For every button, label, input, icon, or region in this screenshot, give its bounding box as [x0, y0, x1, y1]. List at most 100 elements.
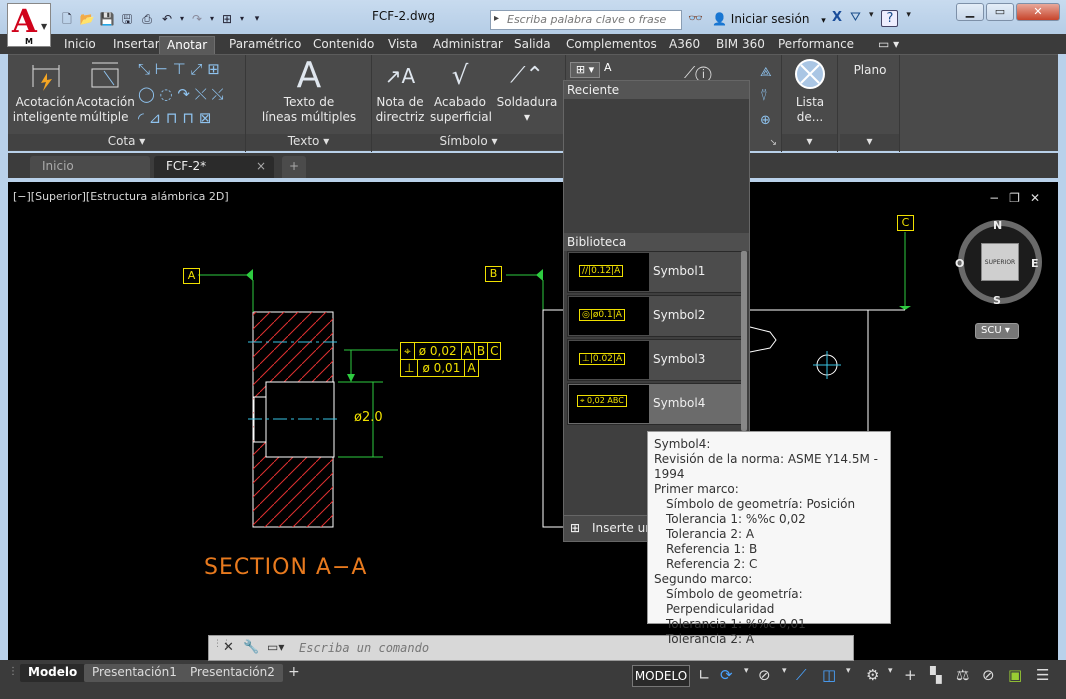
ucs-menu[interactable]: SCU ▾	[975, 323, 1019, 339]
redo-icon[interactable]: ↷	[188, 10, 206, 28]
tab-inicio[interactable]: Inicio	[62, 36, 98, 54]
compass-o[interactable]: O	[955, 257, 964, 270]
list-item[interactable]: ⊥|0.02|A Symbol3	[567, 339, 744, 381]
login-button[interactable]: 👤 Iniciar sesión ▾	[712, 12, 826, 26]
tab-param-trico[interactable]: Paramétrico	[227, 36, 303, 54]
layout-grip-icon[interactable]: ⋮	[8, 666, 18, 677]
hardware-accel-icon[interactable]: ▣	[1008, 666, 1022, 684]
selection-cycle-icon[interactable]: ◫	[822, 666, 836, 684]
panel-label-plano[interactable]: ▾	[840, 134, 899, 150]
selection-dropdown-icon[interactable]: ▾	[846, 666, 851, 676]
gear-icon[interactable]: ⚙	[866, 666, 879, 684]
datum-icon[interactable]: A	[604, 61, 620, 77]
close-icon[interactable]: ✕	[223, 640, 234, 655]
tab-salida[interactable]: Salida	[512, 36, 553, 54]
list-item[interactable]: ⌖ 0,02 ABC Symbol4	[567, 383, 744, 425]
layout-tab-modelo[interactable]: Modelo	[20, 664, 86, 682]
customize-qat-icon[interactable]: ▾	[248, 10, 266, 28]
list-button[interactable]: Lista de...	[782, 57, 838, 125]
plus-icon[interactable]: +	[904, 666, 917, 684]
tab-administrar[interactable]: Administrar	[431, 36, 505, 54]
tab-fcf2[interactable]: FCF-2* ×	[154, 156, 274, 178]
compass-e[interactable]: E	[1031, 257, 1039, 270]
a360-icon[interactable]: ⛛	[850, 10, 861, 27]
tab-vista[interactable]: Vista	[386, 36, 420, 54]
compass-s[interactable]: S	[993, 294, 1001, 307]
multiple-dimension-button[interactable]: Acotación múltiple	[76, 57, 135, 125]
open-folder-icon[interactable]: 📂	[78, 10, 96, 28]
radius-dim-icon[interactable]: ◯ ◌ ↷ ⤬ ⤯	[138, 86, 224, 102]
panel-label-cota[interactable]: Cota ▾	[8, 134, 245, 150]
chevron-down-icon[interactable]: ▾	[906, 10, 911, 27]
tab-complementos[interactable]: Complementos	[564, 36, 659, 54]
grid-icon[interactable]: ∟	[698, 666, 711, 684]
model-space-button[interactable]: MODELO	[632, 665, 690, 687]
fcf-icon[interactable]: ⊞ ▾	[570, 62, 600, 78]
add-layout-icon[interactable]: +	[288, 664, 300, 680]
save-icon[interactable]: 💾	[98, 10, 116, 28]
undo-icon[interactable]: ↶	[158, 10, 176, 28]
wrench-icon[interactable]: 🔧	[243, 640, 259, 655]
plane-button[interactable]: Plano	[840, 63, 900, 78]
command-prompt-icon[interactable]: ▭▾	[267, 640, 284, 654]
linear-dim-icon[interactable]: ⤡ ⊢ ⊤ ⤢ ⊞	[138, 61, 220, 77]
ribbon-options-icon[interactable]: ▭ ▾	[876, 36, 901, 54]
panel-label-texto[interactable]: Texto ▾	[246, 134, 371, 150]
close-button[interactable]: ✕	[1016, 3, 1060, 21]
print-icon[interactable]: ⎙	[138, 10, 156, 28]
command-input[interactable]: Escriba un comando	[299, 641, 429, 655]
multiline-text-button[interactable]: A Texto de líneas múltiples	[246, 57, 372, 125]
surface-finish-button[interactable]: √ Acabado superficial	[430, 57, 492, 125]
ortho-icon[interactable]: ⊘	[758, 666, 771, 684]
new-file-icon[interactable]: 🗋	[58, 10, 76, 28]
panel-label-lista[interactable]: ▾	[782, 134, 837, 150]
isolate-icon[interactable]: ⊘	[982, 666, 995, 684]
snap-dropdown-icon[interactable]: ▾	[782, 666, 787, 676]
dynamic-ucs-icon[interactable]: ⟋	[796, 666, 807, 684]
binoculars-icon[interactable]: 👓	[688, 11, 703, 25]
arc-dim-icon[interactable]: ◜ ⊿ ⊓ ⊓ ⊠	[138, 110, 211, 126]
exchange-apps-icon[interactable]: X	[832, 10, 842, 27]
save-as-icon[interactable]: 🖫	[118, 10, 136, 28]
search-input[interactable]: ▸ Escriba palabra clave o frase	[490, 10, 682, 30]
workspace-icon[interactable]: ⊞	[218, 10, 236, 28]
tab-contenido[interactable]: Contenido	[311, 36, 376, 54]
scrollbar[interactable]	[741, 251, 747, 431]
panel-launcher-icon[interactable]: ↘	[769, 138, 777, 148]
redo-dropdown-icon[interactable]: ▾	[208, 10, 216, 28]
list-item[interactable]: ◎|ø0.1|A Symbol2	[567, 295, 744, 337]
menu-icon[interactable]: ☰	[1036, 666, 1049, 684]
undo-dropdown-icon[interactable]: ▾	[178, 10, 186, 28]
list-item[interactable]: //|0.12|A Symbol1	[567, 251, 744, 293]
tab-a360[interactable]: A360	[667, 36, 702, 54]
chevron-down-icon[interactable]: ▾	[869, 10, 874, 27]
application-menu-button[interactable]: A M ▼	[7, 2, 51, 47]
tab-insertar[interactable]: Insertar	[111, 36, 162, 54]
leader-note-button[interactable]: ↗A Nota de directriz	[374, 57, 426, 125]
workspace-dropdown-icon[interactable]: ▾	[238, 10, 246, 28]
viewcube[interactable]: SUPERIOR	[958, 220, 1042, 304]
new-tab-button[interactable]: +	[282, 156, 306, 178]
tab-bim-360[interactable]: BIM 360	[714, 36, 767, 54]
workspace-switch-icon[interactable]: ▚	[930, 666, 942, 684]
compass-n[interactable]: N	[993, 219, 1002, 232]
minimize-button[interactable]: ▁	[956, 3, 984, 21]
tab-inicio[interactable]: Inicio	[30, 156, 150, 178]
smart-dimension-button[interactable]: Acotación inteligente	[12, 57, 78, 125]
panel-label-simbolo[interactable]: Símbolo ▾	[372, 134, 565, 150]
maximize-button[interactable]: ▭	[986, 3, 1014, 21]
side-tools-icon[interactable]: ⟁ ⍢ ⊕	[760, 61, 772, 133]
drawing-canvas[interactable]: [−][Superior][Estructura alámbrica 2D] −…	[8, 182, 1058, 660]
polar-icon[interactable]: ⟳	[720, 666, 733, 684]
layout-tab-presentacion2[interactable]: Presentación2	[182, 664, 283, 682]
tab-performance[interactable]: Performance	[776, 36, 856, 54]
close-tab-icon[interactable]: ×	[256, 156, 266, 177]
tab-anotar[interactable]: Anotar	[159, 36, 216, 54]
help-icon[interactable]: ?	[881, 10, 899, 27]
polar-dropdown-icon[interactable]: ▾	[744, 666, 749, 676]
viewcube-face[interactable]: SUPERIOR	[981, 243, 1019, 281]
welding-button[interactable]: ⟋⌃ Soldadura ▾	[494, 57, 560, 125]
layout-tab-presentacion1[interactable]: Presentación1	[84, 664, 185, 682]
annotation-monitor-icon[interactable]: ⚖	[956, 666, 969, 684]
settings-dropdown-icon[interactable]: ▾	[888, 666, 893, 676]
